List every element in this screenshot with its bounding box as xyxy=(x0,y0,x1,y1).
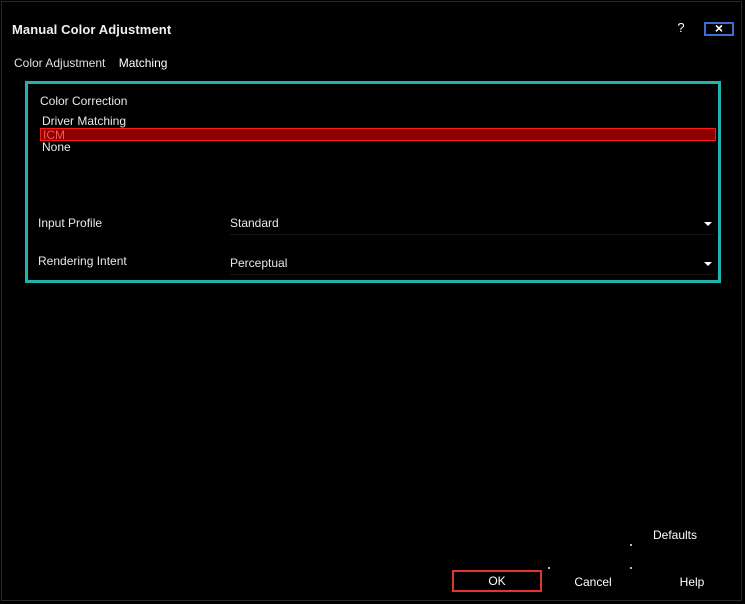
color-correction-list: Driver Matching ICM None xyxy=(40,115,716,154)
input-profile-chevron-down-icon[interactable] xyxy=(704,222,712,226)
help-button[interactable]: Help xyxy=(662,571,722,593)
matching-panel: Color Correction Driver Matching ICM Non… xyxy=(25,81,721,283)
focus-dot xyxy=(548,567,550,569)
tab-matching[interactable]: Matching xyxy=(119,56,168,70)
rendering-intent-select[interactable]: Perceptual xyxy=(230,256,700,270)
option-icm[interactable]: ICM xyxy=(40,128,716,142)
defaults-button[interactable]: Defaults xyxy=(650,524,700,546)
input-profile-select[interactable]: Standard xyxy=(230,216,700,230)
tab-bar: Color Adjustment Matching xyxy=(14,56,177,70)
focus-dot xyxy=(630,544,632,546)
color-correction-label: Color Correction xyxy=(40,94,128,108)
cancel-button[interactable]: Cancel xyxy=(560,571,626,593)
rendering-intent-label: Rendering Intent xyxy=(38,254,127,268)
option-driver-matching[interactable]: Driver Matching xyxy=(40,115,716,128)
close-button[interactable]: × xyxy=(704,20,734,36)
input-profile-label: Input Profile xyxy=(38,216,103,230)
title-bar: Manual Color Adjustment ? × xyxy=(0,0,745,46)
option-none[interactable]: None xyxy=(40,141,716,154)
rendering-intent-underline xyxy=(230,274,714,275)
ok-button[interactable]: OK xyxy=(452,570,542,592)
tab-color-adjustment[interactable]: Color Adjustment xyxy=(14,56,105,70)
focus-dot xyxy=(630,567,632,569)
close-icon: × xyxy=(714,20,724,36)
help-icon[interactable]: ? xyxy=(674,21,688,35)
input-profile-underline xyxy=(230,234,714,235)
window-title: Manual Color Adjustment xyxy=(12,22,172,37)
rendering-intent-chevron-down-icon[interactable] xyxy=(704,262,712,266)
